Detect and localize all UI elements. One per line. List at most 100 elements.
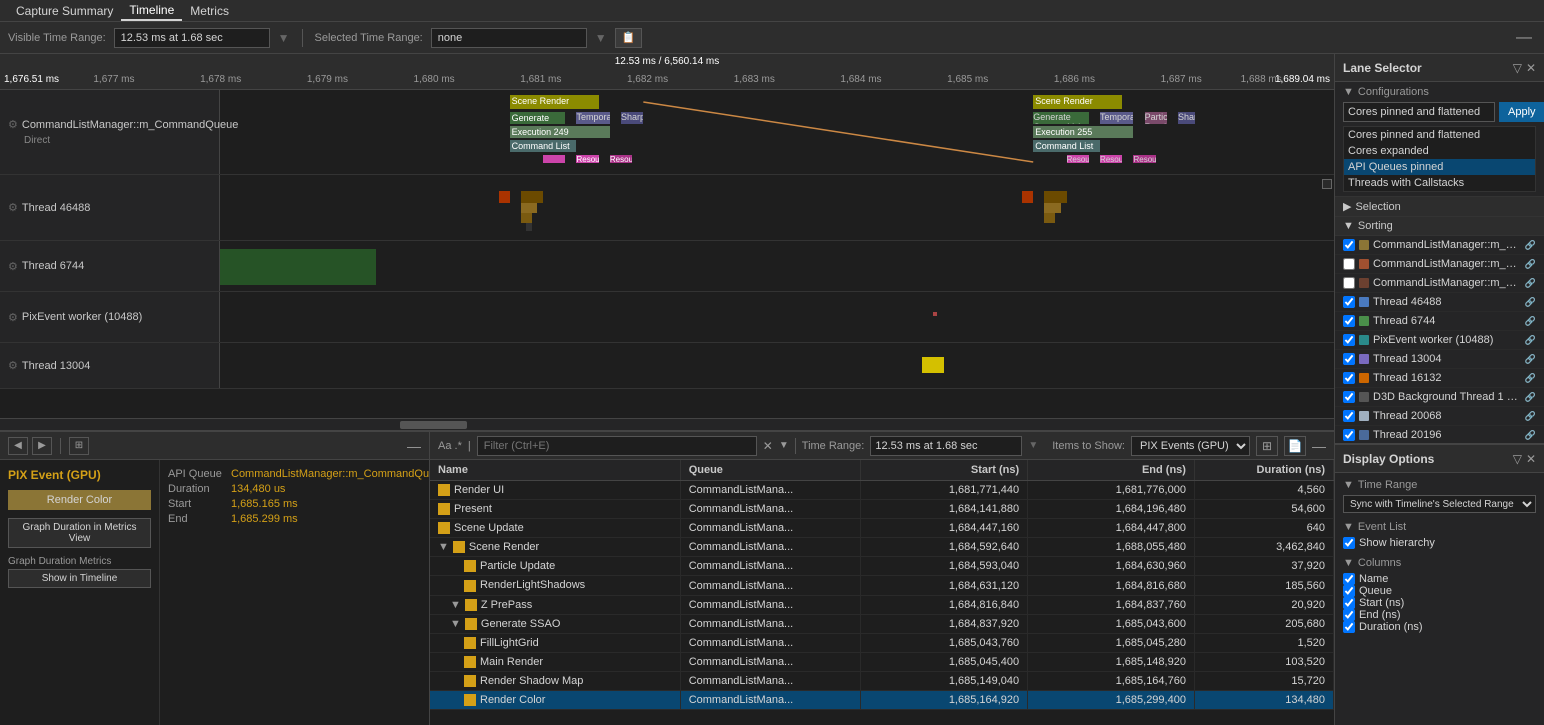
lane-checkbox[interactable] bbox=[1343, 296, 1355, 308]
table-row[interactable]: Present CommandListMana... 1,684,141,880… bbox=[430, 500, 1334, 519]
show-hierarchy-checkbox[interactable] bbox=[1343, 537, 1355, 549]
lane-header-commandlist[interactable]: ⚙ CommandListManager::m_CommandQueue Dir… bbox=[0, 90, 220, 174]
config-option-0[interactable]: Cores pinned and flattened bbox=[1344, 127, 1535, 143]
show-hierarchy-label[interactable]: Show hierarchy bbox=[1343, 537, 1536, 549]
column-checkbox-label[interactable]: Duration (ns) bbox=[1343, 621, 1536, 633]
selected-time-input[interactable] bbox=[431, 28, 587, 48]
visible-time-input[interactable] bbox=[114, 28, 270, 48]
col-header-name[interactable]: Name bbox=[430, 460, 680, 481]
lane-checkbox[interactable] bbox=[1343, 391, 1355, 403]
graph-duration-button[interactable]: Graph Duration in Metrics View bbox=[8, 518, 151, 548]
prev-button[interactable]: ◀ bbox=[8, 437, 28, 455]
lane-link-icon[interactable]: 🔗 bbox=[1525, 430, 1536, 441]
lane-link-icon[interactable]: 🔗 bbox=[1525, 240, 1536, 251]
column-checkbox[interactable] bbox=[1343, 573, 1355, 585]
column-checkbox[interactable] bbox=[1343, 609, 1355, 621]
table-row[interactable]: Render UI CommandListMana... 1,681,771,4… bbox=[430, 481, 1334, 500]
lane-link-icon[interactable]: 🔗 bbox=[1525, 392, 1536, 403]
lane-selector-filter-icon[interactable]: ▽ bbox=[1513, 61, 1522, 75]
lane-header-pixevent[interactable]: ⚙ PixEvent worker (10488) bbox=[0, 292, 220, 342]
column-checkbox[interactable] bbox=[1343, 621, 1355, 633]
column-checkbox-label[interactable]: Start (ns) bbox=[1343, 597, 1536, 609]
detail-minimize[interactable]: — bbox=[407, 438, 421, 454]
scroll-thumb[interactable] bbox=[400, 421, 467, 429]
configurations-header[interactable]: ▼ Configurations bbox=[1343, 86, 1536, 98]
lane-list-item[interactable]: PixEvent worker (10488) 🔗 bbox=[1335, 331, 1544, 350]
col-header-end[interactable]: End (ns) bbox=[1028, 460, 1195, 481]
config-option-1[interactable]: Cores expanded bbox=[1344, 143, 1535, 159]
expand-icon[interactable]: ▼ bbox=[438, 541, 449, 553]
table-row[interactable]: Render Shadow Map CommandListMana... 1,6… bbox=[430, 671, 1334, 690]
time-range-input[interactable] bbox=[870, 436, 1022, 456]
events-minimize[interactable]: — bbox=[1312, 438, 1326, 454]
lane-list-item[interactable]: Thread 46488 🔗 bbox=[1335, 293, 1544, 312]
show-in-timeline-button[interactable]: Show in Timeline bbox=[8, 569, 151, 588]
column-checkbox-label[interactable]: Name bbox=[1343, 573, 1536, 585]
lane-link-icon[interactable]: 🔗 bbox=[1525, 373, 1536, 384]
columns-section-header[interactable]: ▼ Columns bbox=[1343, 557, 1536, 569]
grid-button[interactable]: ⊞ bbox=[69, 437, 89, 455]
lane-link-icon[interactable]: 🔗 bbox=[1525, 316, 1536, 327]
column-checkbox-label[interactable]: End (ns) bbox=[1343, 609, 1536, 621]
lane-selector-close-icon[interactable]: ✕ bbox=[1526, 61, 1536, 75]
lane-header-thread46488[interactable]: ⚙ Thread 46488 bbox=[0, 175, 220, 240]
table-row[interactable]: Scene Update CommandListMana... 1,684,44… bbox=[430, 519, 1334, 538]
column-checkbox[interactable] bbox=[1343, 585, 1355, 597]
config-name-input[interactable] bbox=[1343, 102, 1495, 122]
sorting-section[interactable]: ▼ Sorting bbox=[1335, 217, 1544, 236]
lane-checkbox[interactable] bbox=[1343, 315, 1355, 327]
table-row[interactable]: Main Render CommandListMana... 1,685,045… bbox=[430, 652, 1334, 671]
table-row[interactable]: FillLightGrid CommandListMana... 1,685,0… bbox=[430, 633, 1334, 652]
col-header-start[interactable]: Start (ns) bbox=[861, 460, 1028, 481]
lane-checkbox[interactable] bbox=[1343, 410, 1355, 422]
filter-input[interactable] bbox=[477, 436, 757, 456]
lane-checkbox[interactable] bbox=[1343, 353, 1355, 365]
lane-list-item[interactable]: Thread 13004 🔗 bbox=[1335, 350, 1544, 369]
lane-content-thread6744[interactable] bbox=[220, 241, 1334, 291]
columns-button[interactable]: ⊞ bbox=[1256, 436, 1278, 456]
expand-icon[interactable]: ▼ bbox=[450, 618, 461, 630]
lane-list-item[interactable]: CommandListManager::m_Cor 🔗 bbox=[1335, 236, 1544, 255]
config-option-2[interactable]: API Queues pinned bbox=[1344, 159, 1535, 175]
lane-link-icon[interactable]: 🔗 bbox=[1525, 354, 1536, 365]
time-range-select[interactable]: Sync with Timeline's Selected Range bbox=[1343, 495, 1536, 513]
table-row[interactable]: ▼Scene Render CommandListMana... 1,684,5… bbox=[430, 538, 1334, 557]
export-button[interactable]: 📄 bbox=[1284, 436, 1306, 456]
lane-list-item[interactable]: Thread 16132 🔗 bbox=[1335, 369, 1544, 388]
lane-list-item[interactable]: Thread 20068 🔗 bbox=[1335, 407, 1544, 426]
lane-list-item[interactable]: D3D Background Thread 1 (17 🔗 bbox=[1335, 388, 1544, 407]
column-checkbox-label[interactable]: Queue bbox=[1343, 585, 1536, 597]
col-header-duration[interactable]: Duration (ns) bbox=[1194, 460, 1333, 481]
lane-checkbox[interactable] bbox=[1343, 239, 1355, 251]
lane-checkbox[interactable] bbox=[1343, 334, 1355, 346]
lane-content-thread46488[interactable] bbox=[220, 175, 1334, 240]
lane-link-icon[interactable]: 🔗 bbox=[1525, 411, 1536, 422]
nav-timeline[interactable]: Timeline bbox=[121, 1, 182, 21]
minimize-button[interactable]: — bbox=[1512, 29, 1536, 47]
apply-button[interactable]: Apply bbox=[1499, 102, 1544, 122]
lane-link-icon[interactable]: 🔗 bbox=[1525, 297, 1536, 308]
items-select[interactable]: PIX Events (GPU) bbox=[1131, 436, 1250, 456]
display-filter-icon[interactable]: ▽ bbox=[1513, 452, 1522, 466]
nav-metrics[interactable]: Metrics bbox=[182, 2, 237, 20]
lane-content-commandlist[interactable]: Scene Render Generate Camera Velo Tempor… bbox=[220, 90, 1334, 174]
table-row[interactable]: Render Color CommandListMana... 1,685,16… bbox=[430, 691, 1334, 710]
filter-chevron[interactable]: ▼ bbox=[779, 440, 789, 451]
table-row[interactable]: Particle Update CommandListMana... 1,684… bbox=[430, 557, 1334, 576]
lane-checkbox[interactable] bbox=[1343, 277, 1355, 289]
lane-header-thread6744[interactable]: ⚙ Thread 6744 bbox=[0, 241, 220, 291]
table-row[interactable]: RenderLightShadows CommandListMana... 1,… bbox=[430, 576, 1334, 595]
filter-clear-button[interactable]: ✕ bbox=[763, 439, 773, 453]
horizontal-scrollbar[interactable] bbox=[0, 418, 1334, 430]
table-row[interactable]: ▼Generate SSAO CommandListMana... 1,684,… bbox=[430, 614, 1334, 633]
table-row[interactable]: ▼Z PrePass CommandListMana... 1,684,816,… bbox=[430, 595, 1334, 614]
lane-list-item[interactable]: Thread 20196 🔗 bbox=[1335, 426, 1544, 443]
selection-section[interactable]: ▶ Selection bbox=[1335, 197, 1544, 217]
lane-list-item[interactable]: CommandListManager::m_Cor 🔗 bbox=[1335, 255, 1544, 274]
lane-checkbox[interactable] bbox=[1343, 429, 1355, 441]
lane-content-pixevent[interactable] bbox=[220, 292, 1334, 342]
nav-capture-summary[interactable]: Capture Summary bbox=[8, 2, 121, 20]
config-option-3[interactable]: Threads with Callstacks bbox=[1344, 175, 1535, 191]
event-list-section-header[interactable]: ▼ Event List bbox=[1343, 521, 1536, 533]
lane-list-item[interactable]: Thread 6744 🔗 bbox=[1335, 312, 1544, 331]
